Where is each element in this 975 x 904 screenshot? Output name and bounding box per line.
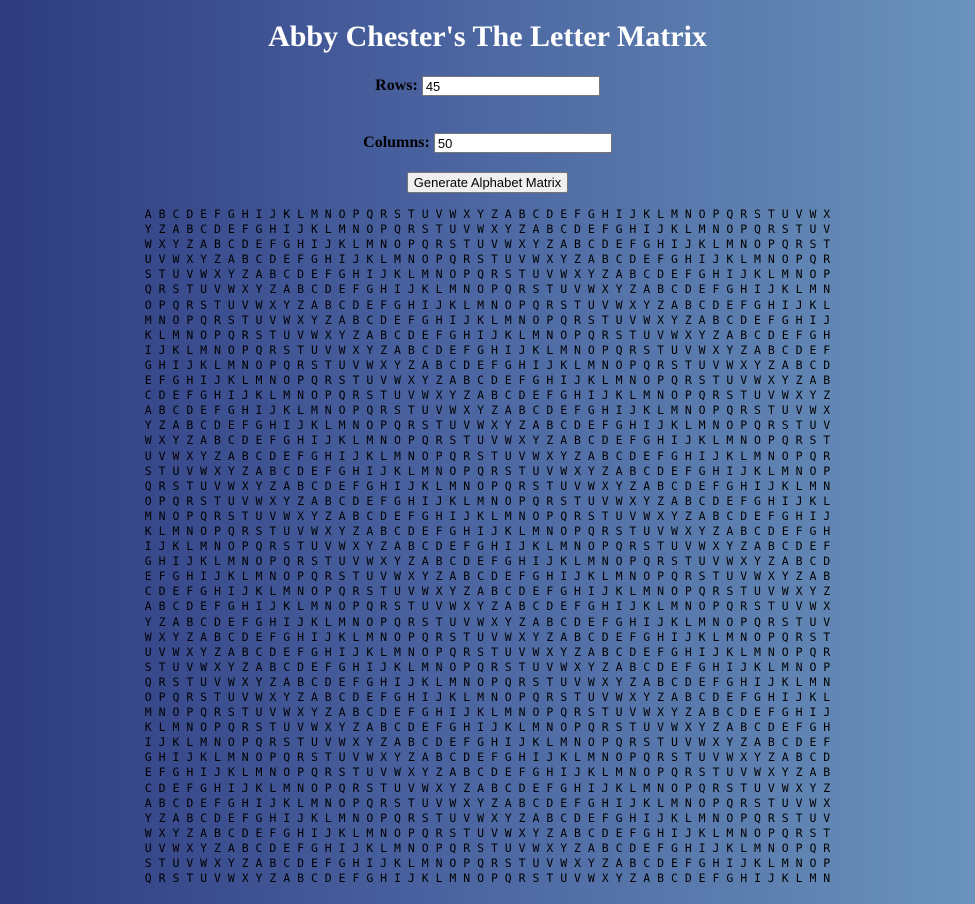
- matrix-row: K L M N O P Q R S T U V W X Y Z A B C D …: [144, 327, 831, 342]
- matrix-row: M N O P Q R S T U V W X Y Z A B C D E F …: [144, 508, 831, 523]
- matrix-row: W X Y Z A B C D E F G H I J K L M N O P …: [144, 825, 831, 840]
- matrix-row: Y Z A B C D E F G H I J K L M N O P Q R …: [144, 810, 831, 825]
- matrix-row: U V W X Y Z A B C D E F G H I J K L M N …: [144, 840, 831, 855]
- rows-field-group: Rows:: [0, 76, 975, 96]
- matrix-row: Y Z A B C D E F G H I J K L M N O P Q R …: [144, 614, 831, 629]
- matrix-row: Q R S T U V W X Y Z A B C D E F G H I J …: [144, 674, 831, 689]
- matrix-row: M N O P Q R S T U V W X Y Z A B C D E F …: [144, 312, 831, 327]
- matrix-row: O P Q R S T U V W X Y Z A B C D E F G H …: [144, 690, 831, 704]
- matrix-row: C D E F G H I J K L M N O P Q R S T U V …: [144, 584, 831, 599]
- matrix-row: I J K L M N O P Q R S T U V W X Y Z A B …: [144, 735, 831, 750]
- matrix-row: C D E F G H I J K L M N O P Q R S T U V …: [144, 780, 831, 795]
- matrix-row: Q R S T U V W X Y Z A B C D E F G H I J …: [144, 478, 831, 493]
- matrix-row: G H I J K L M N O P Q R S T U V W X Y Z …: [144, 554, 831, 569]
- matrix-row: W X Y Z A B C D E F G H I J K L M N O P …: [144, 433, 831, 448]
- matrix-row: G H I J K L M N O P Q R S T U V W X Y Z …: [144, 750, 831, 765]
- matrix-row: S T U V W X Y Z A B C D E F G H I J K L …: [144, 659, 831, 674]
- columns-field-group: Columns:: [0, 133, 975, 153]
- generate-matrix-button[interactable]: Generate Alphabet Matrix: [406, 172, 569, 193]
- matrix-row: Y Z A B C D E F G H I J K L M N O P Q R …: [144, 418, 831, 433]
- matrix-row: O P Q R S T U V W X Y Z A B C D E F G H …: [144, 493, 831, 508]
- matrix-row: Y Z A B C D E F G H I J K L M N O P Q R …: [144, 222, 831, 237]
- matrix-row: U V W X Y Z A B C D E F G H I J K L M N …: [144, 252, 831, 267]
- matrix-row: A B C D E F G H I J K L M N O P Q R S T …: [144, 599, 831, 614]
- matrix-row: A B C D E F G H I J K L M N O P Q R S T …: [144, 403, 831, 418]
- matrix-row: A B C D E F G H I J K L M N O P Q R S T …: [144, 207, 831, 221]
- generate-button-wrapper: Generate Alphabet Matrix: [0, 172, 975, 193]
- letter-matrix: A B C D E F G H I J K L M N O P Q R S T …: [0, 207, 975, 886]
- matrix-row: W X Y Z A B C D E F G H I J K L M N O P …: [144, 237, 831, 252]
- matrix-row: E F G H I J K L M N O P Q R S T U V W X …: [144, 569, 831, 584]
- matrix-row: C D E F G H I J K L M N O P Q R S T U V …: [144, 388, 831, 403]
- matrix-row: K L M N O P Q R S T U V W X Y Z A B C D …: [144, 523, 831, 538]
- matrix-row: W X Y Z A B C D E F G H I J K L M N O P …: [144, 629, 831, 644]
- matrix-row: E F G H I J K L M N O P Q R S T U V W X …: [144, 765, 831, 780]
- rows-label: Rows:: [375, 77, 418, 94]
- matrix-row: M N O P Q R S T U V W X Y Z A B C D E F …: [144, 705, 831, 720]
- matrix-row: S T U V W X Y Z A B C D E F G H I J K L …: [144, 463, 831, 478]
- matrix-row: O P Q R S T U V W X Y Z A B C D E F G H …: [144, 297, 831, 312]
- matrix-row: Q R S T U V W X Y Z A B C D E F G H I J …: [144, 282, 831, 297]
- page-title: Abby Chester's The Letter Matrix: [268, 20, 707, 53]
- matrix-row: K L M N O P Q R S T U V W X Y Z A B C D …: [144, 720, 831, 735]
- matrix-row: U V W X Y Z A B C D E F G H I J K L M N …: [144, 448, 831, 463]
- matrix-row: S T U V W X Y Z A B C D E F G H I J K L …: [144, 856, 831, 871]
- matrix-row: E F G H I J K L M N O P Q R S T U V W X …: [144, 373, 831, 388]
- matrix-row: A B C D E F G H I J K L M N O P Q R S T …: [144, 795, 831, 810]
- columns-input[interactable]: [433, 133, 612, 153]
- matrix-row: I J K L M N O P Q R S T U V W X Y Z A B …: [144, 539, 831, 554]
- matrix-row: G H I J K L M N O P Q R S T U V W X Y Z …: [144, 357, 831, 372]
- matrix-row: S T U V W X Y Z A B C D E F G H I J K L …: [144, 267, 831, 282]
- matrix-row: U V W X Y Z A B C D E F G H I J K L M N …: [144, 644, 831, 659]
- matrix-row: I J K L M N O P Q R S T U V W X Y Z A B …: [144, 342, 831, 357]
- columns-label: Columns:: [363, 134, 430, 151]
- matrix-row: Q R S T U V W X Y Z A B C D E F G H I J …: [144, 871, 831, 886]
- rows-input[interactable]: [421, 76, 600, 96]
